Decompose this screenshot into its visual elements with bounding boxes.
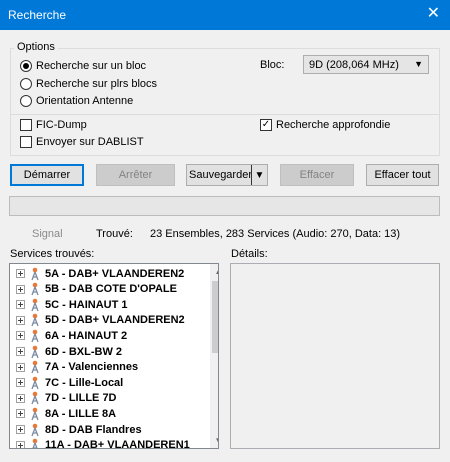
stop-button[interactable]: Arrêter xyxy=(96,164,175,186)
services-tree[interactable]: 11A - DAB+ VLAANDEREN1 8D - DAB Flandres 8… xyxy=(9,263,219,449)
scroll-down-icon[interactable]: ▼ xyxy=(210,433,218,448)
tree-item[interactable]: 7A - Valenciennes xyxy=(10,360,138,375)
expand-icon[interactable] xyxy=(16,269,25,278)
radio-antenna-orientation[interactable]: Orientation Antenne xyxy=(20,95,133,107)
antenna-tower-icon xyxy=(31,313,39,327)
expand-icon[interactable] xyxy=(16,362,25,372)
options-legend: Options xyxy=(14,41,58,53)
scan-progress-bar xyxy=(9,196,440,216)
tree-item[interactable]: 7C - Lille-Local xyxy=(10,375,123,390)
tree-item-label: 6D - BXL-BW 2 xyxy=(45,345,122,358)
tree-item-label: 6A - HAINAUT 2 xyxy=(45,329,128,342)
tree-item-label: 7D - LILLE 7D xyxy=(45,392,117,405)
expand-icon[interactable] xyxy=(16,393,25,403)
expand-icon[interactable] xyxy=(16,440,25,448)
expand-icon[interactable] xyxy=(16,284,25,294)
checkbox-fic-dump-label: FIC-Dump xyxy=(36,119,87,131)
checkbox-deep-search-box[interactable]: ✓ xyxy=(260,119,272,131)
checkbox-deep-search-label: Recherche approfondie xyxy=(276,119,391,131)
tree-item-label: 7C - Lille-Local xyxy=(45,376,124,389)
found-value: 23 Ensembles, 283 Services (Audio: 270, … xyxy=(150,228,401,240)
antenna-tower-icon xyxy=(31,391,39,405)
checkbox-fic-dump[interactable]: FIC-Dump xyxy=(20,119,87,131)
tree-item[interactable]: 6A - HAINAUT 2 xyxy=(10,328,127,343)
antenna-tower-icon xyxy=(31,360,39,374)
checkbox-send-dablist-box[interactable] xyxy=(20,136,32,148)
scroll-thumb[interactable] xyxy=(212,281,218,353)
tree-item[interactable]: 8A - LILLE 8A xyxy=(10,406,116,421)
expand-icon[interactable] xyxy=(16,378,25,388)
tree-item[interactable]: 5C - HAINAUT 1 xyxy=(10,297,128,312)
tree-item-label: 8A - LILLE 8A xyxy=(45,407,117,420)
radio-multi-block-label: Recherche sur plrs blocs xyxy=(36,78,158,90)
start-button[interactable]: Démarrer xyxy=(10,164,84,186)
tree-item[interactable]: 7D - LILLE 7D xyxy=(10,391,117,406)
radio-single-block[interactable]: Recherche sur un bloc xyxy=(20,60,146,72)
expand-icon[interactable] xyxy=(16,300,25,310)
save-button-label: Sauvegarder xyxy=(189,169,252,181)
antenna-tower-icon xyxy=(31,345,39,358)
close-icon[interactable]: ✕ xyxy=(427,5,440,23)
antenna-tower-icon xyxy=(31,282,39,296)
antenna-tower-icon xyxy=(31,407,39,421)
radio-multi-block[interactable]: Recherche sur plrs blocs xyxy=(20,78,157,90)
radio-antenna-orientation-label: Orientation Antenne xyxy=(36,95,134,107)
chevron-down-icon: ▼ xyxy=(414,59,423,69)
antenna-tower-icon xyxy=(31,329,39,343)
expand-icon[interactable] xyxy=(16,331,25,341)
details-label: Détails: xyxy=(231,248,268,260)
tree-item[interactable]: 5B - DAB COTE D'OPALE xyxy=(10,282,177,297)
save-dropdown-arrow[interactable]: ▼ xyxy=(251,165,267,185)
vertical-scrollbar[interactable]: ▲ ▼ xyxy=(210,264,218,448)
checkbox-send-dablist-label: Envoyer sur DABLIST xyxy=(36,136,144,148)
expand-icon[interactable] xyxy=(16,347,25,356)
tree-item-label: 5B - DAB COTE D'OPALE xyxy=(45,283,177,296)
expand-icon[interactable] xyxy=(16,315,25,325)
radio-single-block-dot[interactable] xyxy=(20,60,32,72)
expand-icon[interactable] xyxy=(16,409,25,419)
checkbox-send-dablist[interactable]: Envoyer sur DABLIST xyxy=(20,136,144,148)
tree-item-label: 11A - DAB+ VLAANDEREN1 xyxy=(45,439,190,449)
tree-item-label: 5A - DAB+ VLAANDEREN2 xyxy=(45,267,185,280)
signal-label: Signal xyxy=(32,228,63,240)
tree-item-label: 5D - DAB+ VLAANDEREN2 xyxy=(45,314,185,327)
services-found-label: Services trouvés: xyxy=(10,248,95,260)
radio-multi-block-dot[interactable] xyxy=(20,78,32,90)
tree-item[interactable]: 6D - BXL-BW 2 xyxy=(10,344,122,359)
checkbox-deep-search[interactable]: ✓ Recherche approfondie xyxy=(260,119,390,131)
tree-item-label: 5C - HAINAUT 1 xyxy=(45,298,128,311)
radio-single-block-label: Recherche sur un bloc xyxy=(36,60,147,72)
bloc-select-value: 9D (208,064 MHz) xyxy=(309,59,399,71)
details-panel xyxy=(230,263,440,449)
options-divider xyxy=(11,114,439,115)
expand-icon[interactable] xyxy=(16,425,25,434)
antenna-tower-icon xyxy=(32,438,38,448)
antenna-tower-icon xyxy=(31,298,39,311)
tree-item[interactable]: 5A - DAB+ VLAANDEREN2 xyxy=(10,266,184,281)
clear-button[interactable]: Effacer xyxy=(280,164,354,186)
tree-item-label: 8D - DAB Flandres xyxy=(45,423,142,436)
antenna-tower-icon xyxy=(31,267,39,280)
tree-item[interactable]: 8D - DAB Flandres xyxy=(10,422,142,437)
found-label: Trouvé: xyxy=(96,228,133,240)
tree-item[interactable]: 5D - DAB+ VLAANDEREN2 xyxy=(10,313,185,328)
antenna-tower-icon xyxy=(31,423,39,436)
checkbox-fic-dump-box[interactable] xyxy=(20,119,32,131)
tree-item-label: 7A - Valenciennes xyxy=(45,361,139,374)
bloc-label: Bloc: xyxy=(260,59,285,71)
clear-all-button[interactable]: Effacer tout xyxy=(366,164,439,186)
antenna-tower-icon xyxy=(31,376,39,389)
radio-antenna-orientation-dot[interactable] xyxy=(20,95,32,107)
window-title: Recherche xyxy=(8,8,67,22)
tree-item[interactable]: 11A - DAB+ VLAANDEREN1 xyxy=(10,438,190,449)
scroll-up-icon[interactable]: ▲ xyxy=(210,264,218,279)
save-button[interactable]: Sauvegarder ▼ xyxy=(186,164,268,186)
bloc-select[interactable]: 9D (208,064 MHz) ▼ xyxy=(303,55,429,74)
title-bar: Recherche ✕ xyxy=(0,0,450,30)
